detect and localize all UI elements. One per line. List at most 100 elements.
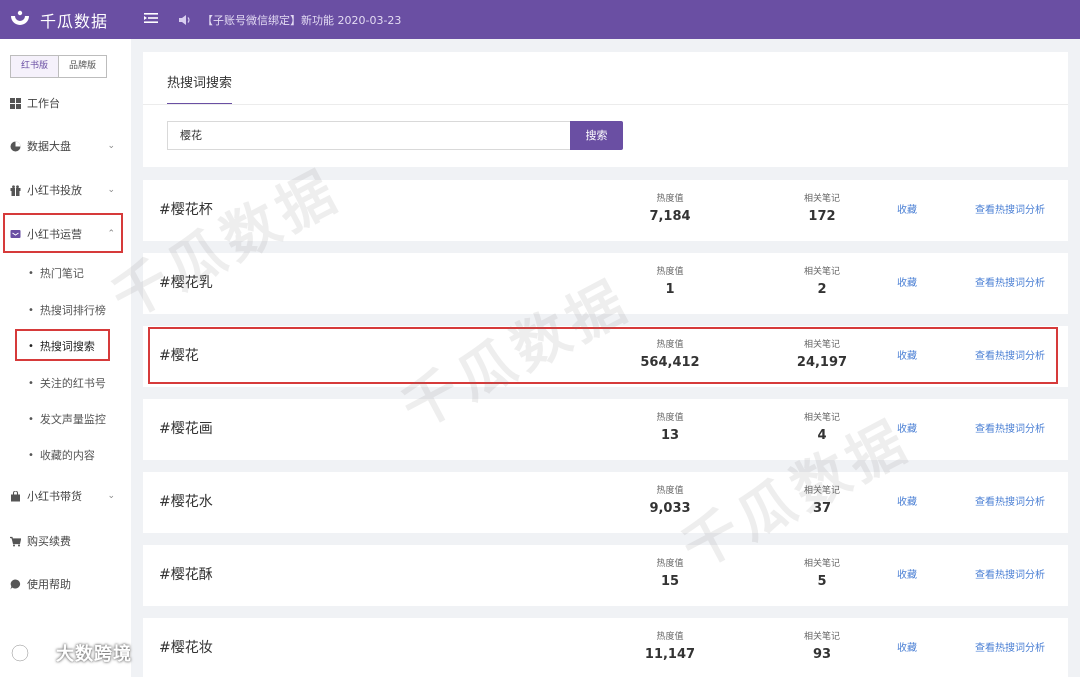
- table-row: #樱花妆 热度值 11,147 相关笔记 93 收藏 查看热搜词分析: [143, 618, 1068, 677]
- help-icon: [10, 579, 21, 590]
- logo[interactable]: 千瓜数据: [8, 8, 126, 32]
- heat-metric: 热度值 1: [625, 266, 715, 300]
- heat-value: 13: [660, 428, 680, 443]
- sidebar-item-purchase[interactable]: 购买续费: [0, 524, 131, 558]
- keyword[interactable]: #樱花酥: [159, 545, 213, 606]
- notes-value: 93: [812, 647, 832, 662]
- notes-metric: 相关笔记 172: [777, 193, 867, 227]
- chevron-down-icon: ⌄: [107, 491, 115, 501]
- sidebar-item-commerce[interactable]: 小红书带货 ⌄: [0, 479, 131, 513]
- sidebar-subitem-label: 热搜词排行榜: [39, 304, 106, 317]
- favorite-link[interactable]: 收藏: [897, 180, 917, 241]
- sidebar-item-help[interactable]: 使用帮助: [0, 567, 131, 601]
- search-button[interactable]: 搜索: [570, 121, 623, 150]
- notes-metric: 相关笔记 2: [777, 266, 867, 300]
- notes-value: 4: [817, 428, 827, 443]
- sidebar-item-workbench[interactable]: 工作台: [0, 86, 131, 120]
- notes-value: 37: [812, 501, 832, 516]
- favorite-link[interactable]: 收藏: [897, 472, 917, 533]
- bullet-icon: •: [28, 449, 34, 461]
- analysis-link[interactable]: 查看热搜词分析: [975, 472, 1045, 533]
- brand-name: 千瓜数据: [40, 11, 109, 31]
- heat-label: 热度值: [656, 486, 684, 496]
- heat-value: 15: [660, 574, 680, 589]
- table-row: #樱花水 热度值 9,033 相关笔记 37 收藏 查看热搜词分析: [143, 472, 1068, 533]
- sidebar-subitem-hot-notes[interactable]: • 热门笔记: [0, 259, 131, 287]
- keyword[interactable]: #樱花妆: [159, 618, 213, 677]
- table-row: #樱花乳 热度值 1 相关笔记 2 收藏 查看热搜词分析: [143, 253, 1068, 314]
- highlight-box: [3, 213, 123, 253]
- search-input[interactable]: 樱花: [167, 121, 571, 150]
- search-panel: 热搜词搜索 樱花 搜索: [143, 52, 1068, 167]
- chevron-down-icon: ⌄: [107, 141, 115, 151]
- menu-toggle-icon[interactable]: [134, 12, 168, 28]
- corner-brand-text: 大数跨境: [56, 644, 132, 665]
- highlight-box: [15, 329, 110, 361]
- notes-label: 相关笔记: [803, 632, 840, 642]
- analysis-link[interactable]: 查看热搜词分析: [975, 399, 1045, 460]
- sidebar-subitem-favorites[interactable]: • 收藏的内容: [0, 441, 131, 469]
- sidebar-subitem-volume-monitor[interactable]: • 发文声量监控: [0, 405, 131, 433]
- grid-icon: [10, 97, 21, 109]
- tab-divider: [143, 104, 1068, 105]
- favorite-link[interactable]: 收藏: [897, 399, 917, 460]
- favorite-link[interactable]: 收藏: [897, 253, 917, 314]
- sidebar-subitem-followed-accounts[interactable]: • 关注的红书号: [0, 369, 131, 397]
- heat-metric: 热度值 13: [625, 412, 715, 446]
- version-brand[interactable]: 品牌版: [59, 56, 107, 77]
- notice-text[interactable]: 【子账号微信绑定】新功能 2020-03-23: [202, 12, 401, 28]
- keyword[interactable]: #樱花杯: [159, 180, 213, 241]
- logo-icon: [11, 10, 29, 25]
- sidebar: 红书版 品牌版 工作台 数据大盘 ⌄ 小红书投放 ⌄ 小红书运营 ⌃ • 热门笔…: [0, 39, 131, 677]
- sidebar-subitem-hot-ranking[interactable]: • 热搜词排行榜: [0, 296, 131, 324]
- top-bar: 千瓜数据 【子账号微信绑定】新功能 2020-03-23: [0, 0, 1080, 39]
- sidebar-item-dashboard[interactable]: 数据大盘 ⌄: [0, 129, 131, 163]
- favorite-link[interactable]: 收藏: [897, 545, 917, 606]
- analysis-link[interactable]: 查看热搜词分析: [975, 545, 1045, 606]
- notes-metric: 相关笔记 93: [777, 631, 867, 665]
- sidebar-item-label: 数据大盘: [27, 140, 71, 153]
- sidebar-subitem-label: 发文声量监控: [39, 413, 106, 426]
- sidebar-item-label: 小红书带货: [27, 490, 82, 503]
- table-row: #樱花酥 热度值 15 相关笔记 5 收藏 查看热搜词分析: [143, 545, 1068, 606]
- sidebar-subitem-label: 关注的红书号: [39, 377, 106, 390]
- notes-value: 172: [808, 209, 836, 224]
- cart-icon: [10, 536, 21, 547]
- bullet-icon: •: [28, 267, 34, 279]
- heat-label: 热度值: [656, 413, 684, 423]
- notes-metric: 相关笔记 4: [777, 412, 867, 446]
- heat-value: 1: [665, 282, 675, 297]
- corner-brand: 大数跨境: [10, 640, 132, 666]
- favorite-link[interactable]: 收藏: [897, 618, 917, 677]
- heat-label: 热度值: [656, 632, 684, 642]
- notes-label: 相关笔记: [803, 486, 840, 496]
- chevron-down-icon: ⌄: [107, 185, 115, 195]
- sidebar-item-label: 小红书投放: [27, 184, 82, 197]
- heat-value: 9,033: [649, 501, 691, 516]
- sidebar-item-label: 使用帮助: [27, 578, 71, 591]
- analysis-link[interactable]: 查看热搜词分析: [975, 253, 1045, 314]
- sidebar-item-label: 工作台: [27, 97, 60, 110]
- tab-hot-search[interactable]: 热搜词搜索: [167, 72, 233, 105]
- heat-metric: 热度值 7,184: [625, 193, 715, 227]
- speaker-icon: [178, 14, 192, 26]
- analysis-link[interactable]: 查看热搜词分析: [975, 180, 1045, 241]
- heat-label: 热度值: [656, 194, 684, 204]
- keyword[interactable]: #樱花乳: [159, 253, 213, 314]
- notes-value: 5: [817, 574, 827, 589]
- pie-chart-icon: [10, 141, 21, 152]
- version-red-book[interactable]: 红书版: [11, 56, 60, 77]
- sidebar-subitem-label: 热门笔记: [39, 267, 84, 280]
- keyword[interactable]: #樱花水: [159, 472, 213, 533]
- sidebar-subitem-label: 收藏的内容: [39, 449, 95, 462]
- notes-metric: 相关笔记 37: [777, 485, 867, 519]
- notes-label: 相关笔记: [803, 559, 840, 569]
- heat-label: 热度值: [656, 559, 684, 569]
- table-row: #樱花画 热度值 13 相关笔记 4 收藏 查看热搜词分析: [143, 399, 1068, 460]
- keyword[interactable]: #樱花画: [159, 399, 213, 460]
- sidebar-item-label: 购买续费: [27, 535, 71, 548]
- sidebar-item-ad-placement[interactable]: 小红书投放 ⌄: [0, 173, 131, 207]
- analysis-link[interactable]: 查看热搜词分析: [975, 618, 1045, 677]
- brand-logo-icon: [10, 642, 49, 663]
- bag-icon: [10, 490, 21, 502]
